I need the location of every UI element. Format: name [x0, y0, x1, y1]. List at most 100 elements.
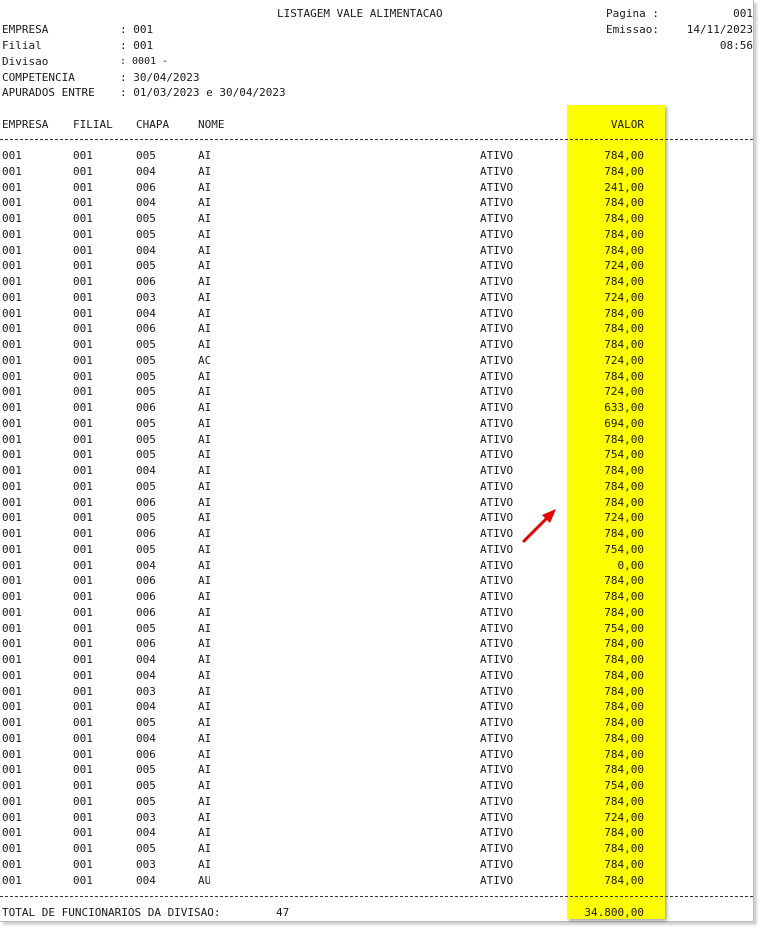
cell-situacao: ATIVO [480, 479, 514, 493]
table-row: 001 001 005 AI ATIVO 784,00 [0, 716, 753, 732]
cell-filial: 001 [73, 290, 93, 304]
cell-filial: 001 [73, 731, 93, 745]
cell-valor: 241,00 [604, 180, 644, 194]
cell-empresa: 001 [2, 574, 22, 588]
table-row: 001 001 004 AI ATIVO 784,00 [0, 732, 753, 748]
table-row: 001 001 003 AI ATIVO 784,00 [0, 685, 753, 701]
cell-nome: AI [198, 842, 210, 855]
cell-empresa: 001 [2, 212, 22, 225]
table-row: 001 001 005 AI ATIVO 754,00 [0, 779, 753, 795]
cell-nome: AI [198, 668, 210, 682]
cell-valor: 724,00 [604, 259, 644, 273]
cell-empresa: 001 [2, 416, 22, 430]
cell-nome: AI [198, 810, 210, 824]
table-row: 001 001 006 AI ATIVO 784,00 [0, 322, 753, 338]
field-label-filial: Filial [2, 39, 42, 52]
cell-filial: 001 [73, 621, 93, 635]
cell-valor: 784,00 [604, 605, 644, 619]
table-row: 001 001 004 AI ATIVO 784,00 [0, 653, 753, 669]
cell-filial: 001 [73, 779, 93, 792]
cell-filial: 001 [73, 149, 93, 162]
emissao-value: 14/11/2023 [686, 23, 753, 36]
total-value: 34.800,00 [584, 906, 644, 919]
cell-chapa: 004 [136, 653, 156, 666]
cell-situacao: ATIVO [480, 826, 514, 840]
cell-filial: 001 [73, 873, 93, 887]
cell-chapa: 004 [136, 731, 156, 745]
cell-situacao: ATIVO [480, 542, 514, 556]
cell-situacao: ATIVO [480, 716, 514, 729]
cell-nome: AI [198, 794, 210, 808]
field-value-competencia: : 30/04/2023 [120, 71, 200, 84]
cell-chapa: 004 [136, 196, 156, 210]
cell-chapa: 005 [136, 212, 156, 225]
cell-filial: 001 [73, 716, 93, 729]
cell-empresa: 001 [2, 401, 22, 414]
table-row: 001 001 005 AI ATIVO 754,00 [0, 448, 753, 464]
cell-filial: 001 [73, 668, 93, 682]
cell-empresa: 001 [2, 511, 22, 525]
cell-nome: AI [198, 479, 210, 493]
cell-chapa: 006 [136, 605, 156, 619]
cell-empresa: 001 [2, 826, 22, 840]
field-label-divisao: Divisao [2, 55, 49, 68]
red-arrow-icon [522, 509, 556, 543]
cell-chapa: 005 [136, 259, 156, 273]
table-row: 001 001 006 AI ATIVO 784,00 [0, 496, 753, 512]
cell-valor: 754,00 [604, 542, 644, 556]
cell-nome: AI [198, 857, 210, 871]
cell-situacao: ATIVO [480, 353, 514, 367]
cell-valor: 784,00 [604, 432, 644, 446]
cell-filial: 001 [73, 212, 93, 225]
table-row: 001 001 004 AI ATIVO 0,00 [0, 559, 753, 575]
cell-empresa: 001 [2, 290, 22, 304]
cell-empresa: 001 [2, 338, 22, 351]
cell-filial: 001 [73, 180, 93, 194]
cell-chapa: 004 [136, 464, 156, 477]
table-row: 001 001 005 AI ATIVO 754,00 [0, 622, 753, 638]
cell-chapa: 006 [136, 275, 156, 288]
table-row: 001 001 004 AI ATIVO 784,00 [0, 826, 753, 842]
emissao-label: Emissao: [606, 23, 659, 36]
table-row: 001 001 005 AI ATIVO 784,00 [0, 212, 753, 228]
cell-nome: AI [198, 590, 210, 603]
table-row: 001 001 004 AI ATIVO 784,00 [0, 464, 753, 480]
cell-situacao: ATIVO [480, 605, 514, 619]
cell-nome: AI [198, 290, 210, 304]
cell-empresa: 001 [2, 259, 22, 273]
employee-table: 001 001 005 AI ATIVO 784,00 001 001 004 AI ATIVO 78… [0, 149, 753, 889]
cell-filial: 001 [73, 227, 93, 241]
cell-chapa: 004 [136, 668, 156, 682]
cell-valor: 784,00 [604, 574, 644, 588]
cell-nome: AI [198, 527, 210, 540]
col-header-filial: FILIAL [73, 118, 113, 131]
table-row: 001 001 005 AI ATIVO 784,00 [0, 795, 753, 811]
table-row: 001 001 005 AI ATIVO 784,00 [0, 480, 753, 496]
cell-situacao: ATIVO [480, 448, 514, 462]
table-row: 001 001 006 AI ATIVO 784,00 [0, 748, 753, 764]
cell-filial: 001 [73, 542, 93, 556]
cell-chapa: 005 [136, 511, 156, 525]
cell-situacao: ATIVO [480, 243, 514, 257]
cell-empresa: 001 [2, 731, 22, 745]
cell-empresa: 001 [2, 180, 22, 194]
cell-filial: 001 [73, 369, 93, 383]
table-row: 001 001 004 AI ATIVO 784,00 [0, 307, 753, 323]
table-row: 001 001 005 AI ATIVO 784,00 [0, 763, 753, 779]
table-row: 001 001 006 AI ATIVO 241,00 [0, 181, 753, 197]
cell-filial: 001 [73, 605, 93, 619]
cell-chapa: 006 [136, 590, 156, 603]
cell-nome: AC [198, 353, 210, 367]
cell-filial: 001 [73, 558, 93, 572]
cell-nome: AI [198, 416, 210, 430]
cell-empresa: 001 [2, 700, 22, 714]
cell-valor: 724,00 [604, 385, 644, 399]
cell-filial: 001 [73, 338, 93, 351]
cell-nome: AI [198, 826, 210, 840]
cell-filial: 001 [73, 810, 93, 824]
cell-empresa: 001 [2, 810, 22, 824]
cell-situacao: ATIVO [480, 432, 514, 446]
cell-situacao: ATIVO [480, 857, 514, 871]
cell-situacao: ATIVO [480, 810, 514, 824]
cell-chapa: 005 [136, 542, 156, 556]
